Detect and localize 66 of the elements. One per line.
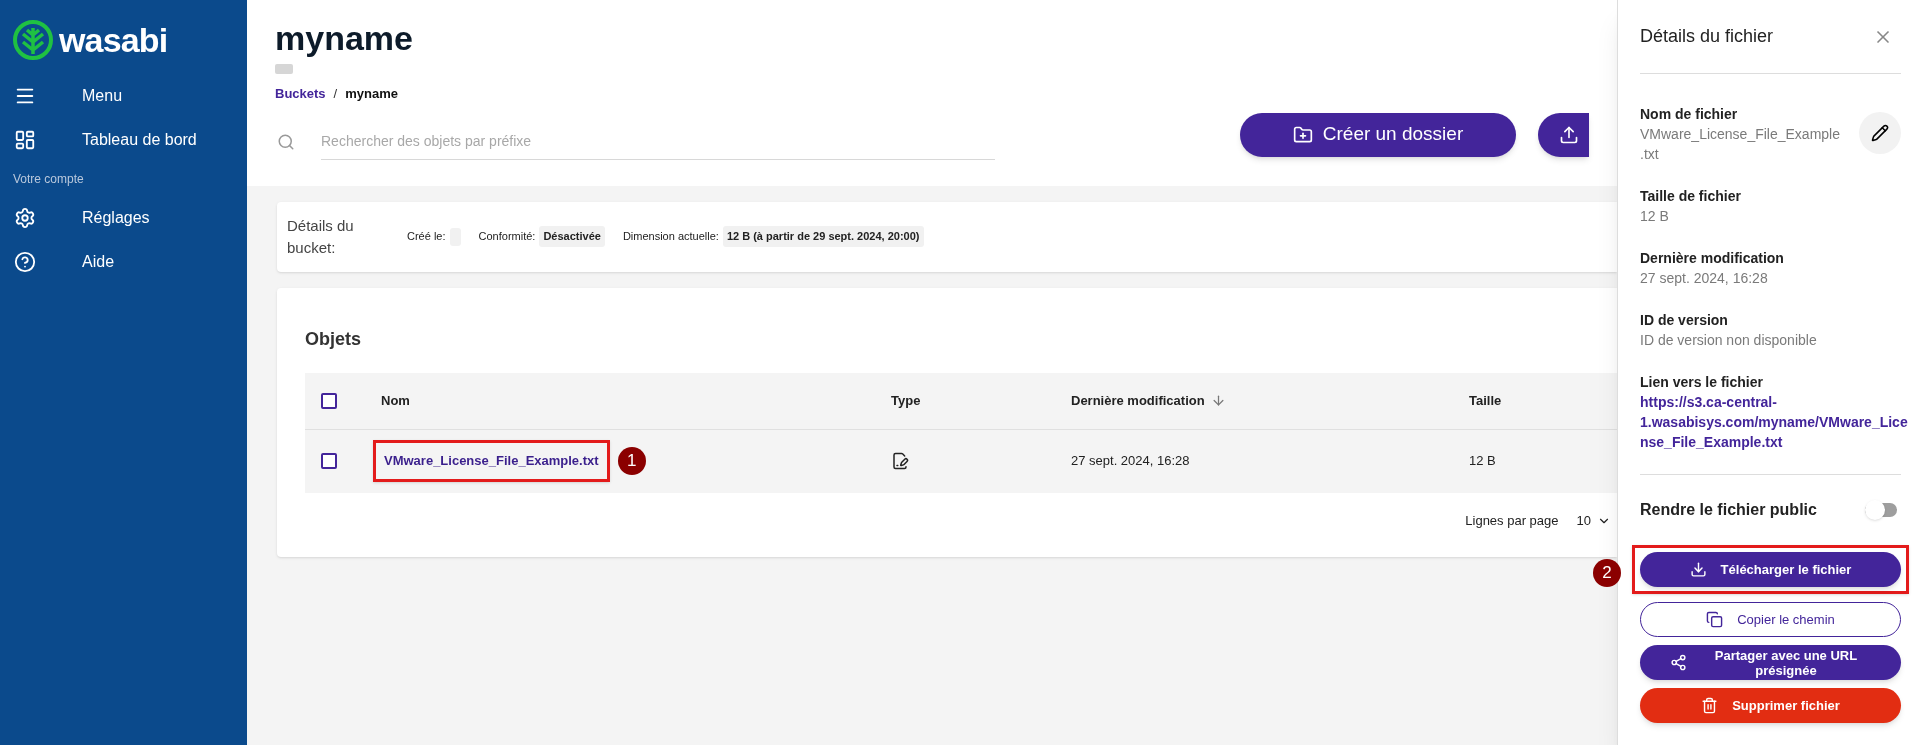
field-value: VMware_License_File_Example.txt xyxy=(1640,125,1840,164)
field-value: ID de version non disponible xyxy=(1640,331,1818,350)
search-field[interactable]: Rechercher des objets par préfixe xyxy=(321,123,995,160)
logo-text: wasabi xyxy=(59,23,168,57)
edit-button[interactable] xyxy=(1859,112,1901,154)
trash-icon xyxy=(1701,697,1719,714)
copy-icon xyxy=(1706,611,1724,628)
search-icon xyxy=(277,132,295,151)
row-checkbox[interactable] xyxy=(321,453,337,469)
sort-arrow-icon[interactable] xyxy=(1210,393,1226,408)
detail-value: 12 B (à partir de 29 sept. 2024, 20:00) xyxy=(722,226,924,247)
delete-button[interactable]: Supprimer fichier xyxy=(1640,688,1901,723)
sidebar-item[interactable]: Aide xyxy=(0,240,247,284)
bucket-details-title: Détails du bucket: xyxy=(287,215,355,258)
field-value: 12 B xyxy=(1640,207,1670,226)
share-button[interactable]: Partager avec une URL présignée xyxy=(1640,645,1901,680)
detail-label: Conformité: xyxy=(478,229,536,245)
download-icon xyxy=(1689,561,1707,578)
breadcrumb-link[interactable]: Buckets xyxy=(275,84,326,104)
annotation-badge: 2 xyxy=(1593,559,1621,587)
pagination-label: Lignes par page xyxy=(1465,511,1559,530)
select-all-checkbox[interactable] xyxy=(321,392,337,409)
sidebar-item[interactable]: Menu xyxy=(0,74,247,118)
field-value: 27 sept. 2024, 16:28 xyxy=(1640,269,1769,288)
tag-chip xyxy=(275,64,293,74)
file-url-link[interactable]: https://s3.ca-central-1.wasabisys.com/myname/VMware_License_File_Example.txt xyxy=(1640,392,1910,452)
column-header[interactable]: Taille xyxy=(1469,390,1502,411)
field-label: ID de version xyxy=(1640,311,1729,330)
dashboard-icon xyxy=(14,129,36,151)
settings-icon xyxy=(14,207,36,229)
file-link[interactable]: VMware_License_File_Example.txt xyxy=(384,453,599,469)
annotation-badge: 1 xyxy=(617,447,646,475)
detail-value: Désactivée xyxy=(539,226,605,247)
sidebar-item[interactable]: Réglages xyxy=(0,196,247,240)
field-label: Lien vers le fichier xyxy=(1640,373,1764,392)
rows-per-page-select[interactable]: 10 xyxy=(1576,510,1611,531)
help-icon xyxy=(14,251,36,273)
table-cell-text: 27 sept. 2024, 16:28 xyxy=(1071,452,1191,471)
field-label: Taille de fichier xyxy=(1640,187,1742,206)
upload-button[interactable] xyxy=(1538,112,1589,157)
objects-title: Objets xyxy=(305,327,362,351)
logo-icon xyxy=(13,20,53,60)
field-label: Dernière modification xyxy=(1640,249,1785,268)
folder-plus-icon xyxy=(1292,124,1313,145)
file-edit-icon xyxy=(891,452,909,470)
pencil-icon xyxy=(1871,124,1889,142)
column-header[interactable]: Dernière modification xyxy=(1071,390,1205,411)
table-cell-text: 12 B xyxy=(1469,452,1497,471)
detail-label: Dimension actuelle: xyxy=(622,229,719,245)
detail-label: Créé le: xyxy=(407,229,446,245)
breadcrumb-separator: / xyxy=(333,85,338,103)
panel-title: Détails du fichier xyxy=(1640,25,1774,48)
copy-button[interactable]: Copier le chemin xyxy=(1640,602,1901,637)
create-folder-button[interactable]: Créer un dossier xyxy=(1240,112,1516,157)
column-header[interactable]: Type xyxy=(891,390,921,411)
upload-icon xyxy=(1559,124,1579,145)
page-title: myname xyxy=(275,18,414,59)
column-header[interactable]: Nom xyxy=(381,390,410,411)
section-label: Votre compte xyxy=(12,171,85,188)
sidebar-item[interactable]: Tableau de bord xyxy=(0,118,247,162)
share-icon xyxy=(1670,654,1687,671)
breadcrumb-current: myname xyxy=(345,85,398,103)
download-button[interactable]: Télécharger le fichier xyxy=(1640,552,1901,587)
field-label: Nom de fichier xyxy=(1640,105,1739,124)
public-toggle-label: Rendre le fichier public xyxy=(1640,500,1817,520)
public-toggle[interactable] xyxy=(1865,503,1897,517)
